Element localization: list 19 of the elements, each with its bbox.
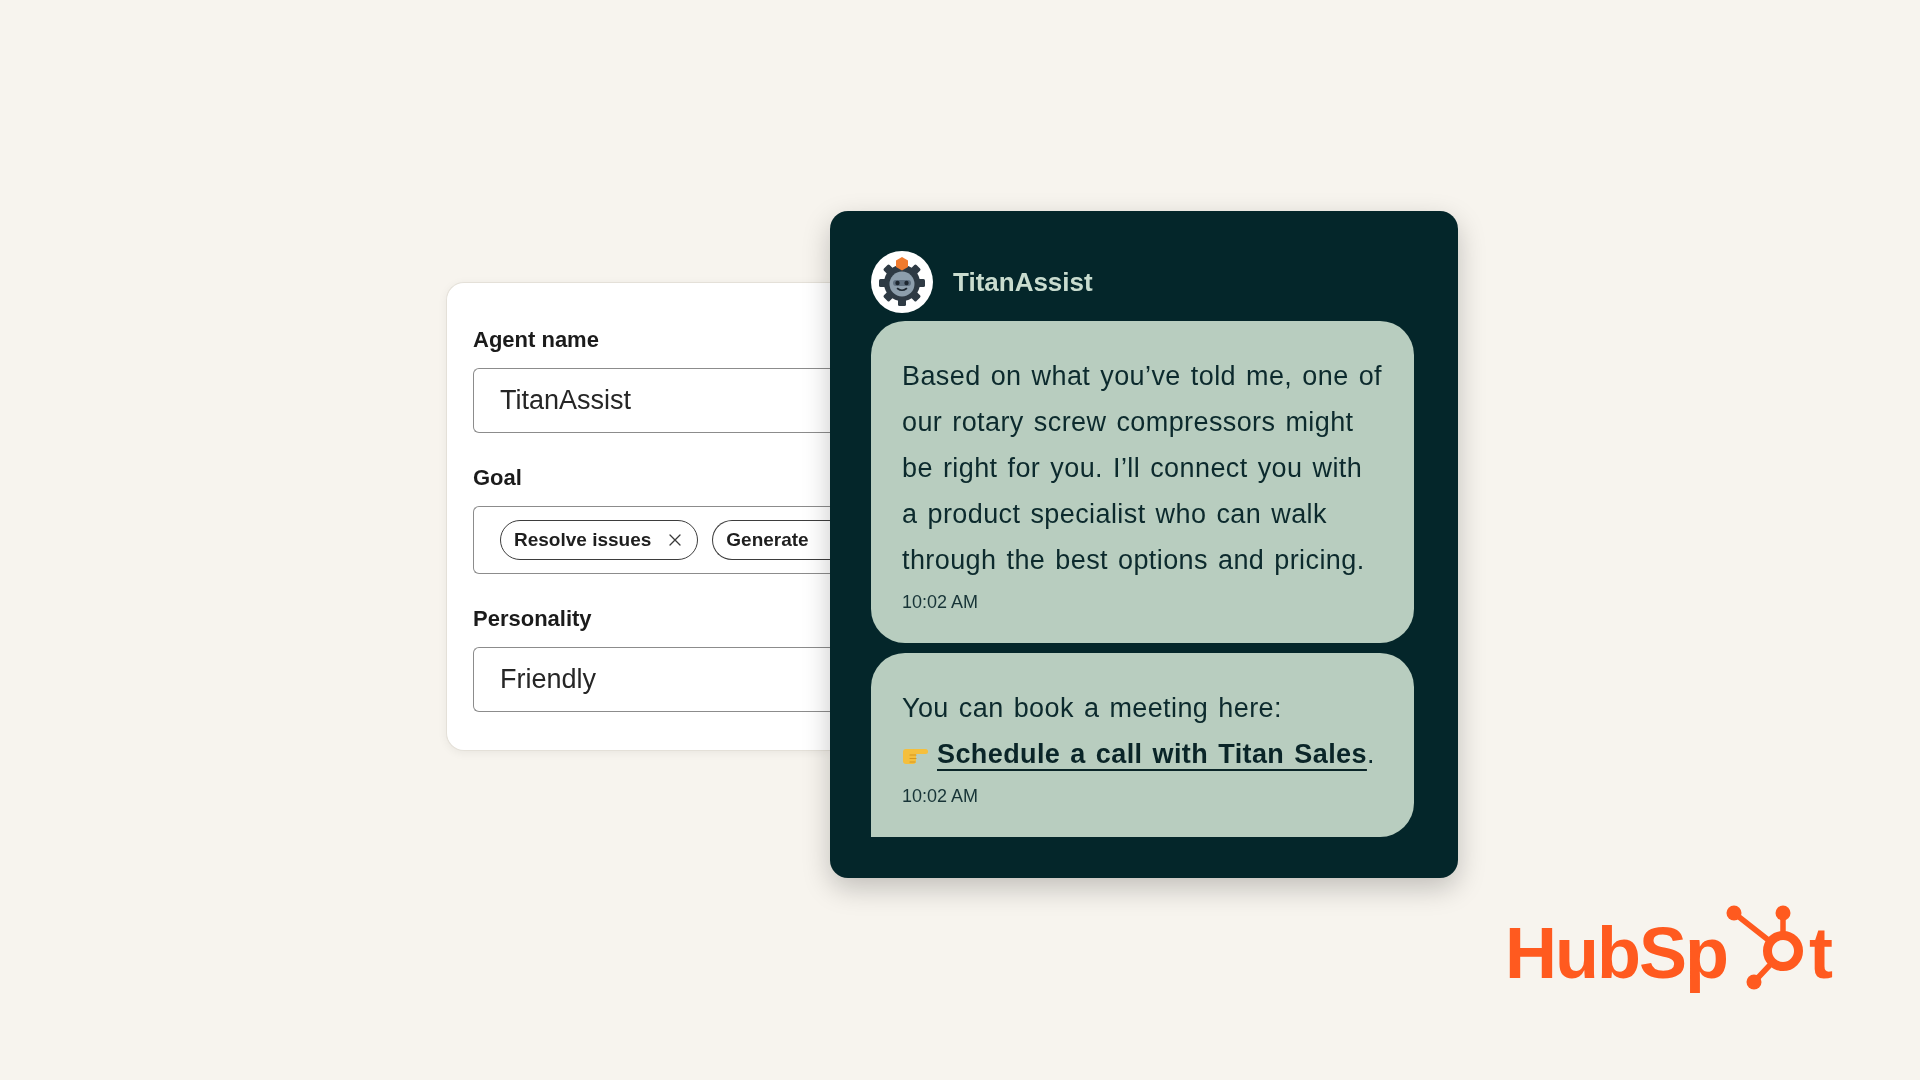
agent-name: TitanAssist [953,265,1093,299]
pointing-hand-icon [902,746,928,765]
message-text: You can book a meeting here: Schedule a call with Titan Sales. [902,692,1376,771]
field-label: Agent name [473,326,600,354]
robot-avatar-icon [871,251,933,313]
goal-tag[interactable]: Resolve issues [500,520,699,560]
text-input[interactable]: TitanAssist [473,368,830,433]
message-time: 10:02 AM [902,591,980,614]
message-time: 10:02 AM [902,785,980,808]
field-label: Goal [473,464,523,492]
schedule-link[interactable]: Schedule a call with Titan Sales [937,739,1367,769]
close-icon[interactable] [669,534,682,546]
logo-text: t [1809,917,1831,989]
text-input[interactable]: Friendly [473,647,830,712]
goal-tag-field[interactable]: Resolve issues Generate [473,506,830,574]
goal-tag[interactable]: Generate [712,520,830,560]
field-label: Personality [473,605,593,633]
sprocket-icon [1726,905,1806,991]
message-text: Based on what you’ve told me, one of our rotary screw compressors might be right for you. I’ll connect you with a product specialist who can walk through the best options and pricing. [902,360,1383,577]
